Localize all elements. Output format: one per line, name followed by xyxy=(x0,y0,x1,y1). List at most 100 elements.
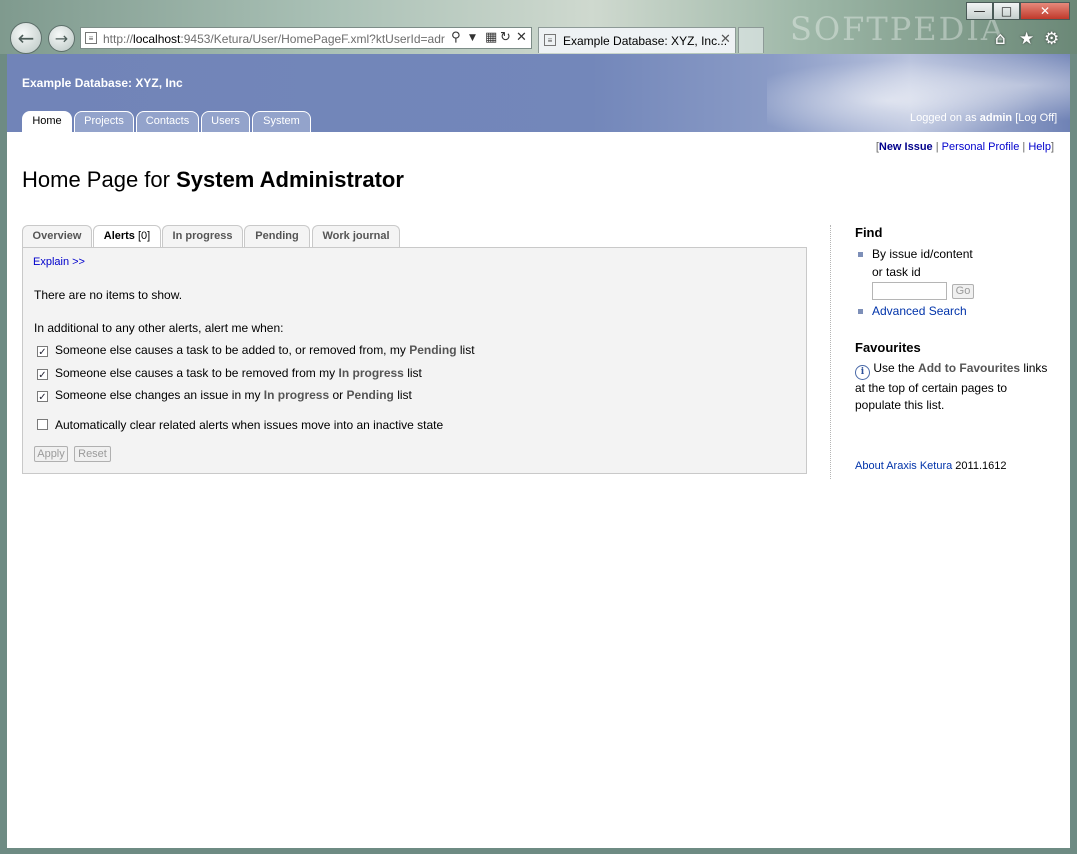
advanced-search-item: Advanced Search xyxy=(872,304,967,318)
maximize-button[interactable]: □ xyxy=(993,2,1020,20)
window-frame-right xyxy=(1070,54,1077,854)
tab-contacts[interactable]: Contacts xyxy=(136,111,199,132)
find-heading: Find xyxy=(855,225,883,240)
checkbox-auto-clear[interactable] xyxy=(37,419,48,430)
address-url[interactable]: http://localhost:9453/Ketura/User/HomePa… xyxy=(103,32,445,46)
app-banner: Example Database: XYZ, Inc Home Projects… xyxy=(7,54,1070,132)
tab-alerts-count: [0] xyxy=(138,230,151,242)
tab-projects[interactable]: Projects xyxy=(74,111,134,132)
favourites-heading: Favourites xyxy=(855,340,921,355)
url-host: localhost xyxy=(133,32,181,46)
opt3-pending: Pending xyxy=(346,388,394,402)
favorites-star-icon[interactable]: ★ xyxy=(1019,29,1034,49)
url-rest: :9453/Ketura/User/HomePageF.xml?ktUserId… xyxy=(180,32,445,46)
opt3-text: Someone else changes an issue in my xyxy=(55,388,261,402)
address-bar[interactable]: ≡ http://localhost:9453/Ketura/User/Home… xyxy=(80,27,532,49)
refresh-icon[interactable]: ↻ xyxy=(500,30,511,45)
back-arrow-icon: ← xyxy=(17,26,35,50)
dropdown-icon[interactable]: ▼ xyxy=(469,33,476,43)
page-title-prefix: Home Page for xyxy=(22,167,170,192)
search-icon[interactable]: ⚲ xyxy=(451,30,461,45)
alerts-intro: In additional to any other alerts, alert… xyxy=(34,321,284,335)
logged-on-label: Logged on as xyxy=(910,112,977,124)
page-title: Home Page for System Administrator xyxy=(22,167,404,193)
browser-chrome: SOFTPEDIA ← → ≡ http://localhost:9453/Ke… xyxy=(0,0,1077,54)
tab-users[interactable]: Users xyxy=(201,111,250,132)
settings-gear-icon[interactable]: ⚙ xyxy=(1044,29,1059,49)
about-link[interactable]: About Araxis Ketura xyxy=(855,460,952,472)
opt3-or: or xyxy=(332,388,344,402)
find-input[interactable] xyxy=(872,282,947,300)
bullet-icon xyxy=(858,252,863,257)
fav-text-a: Use the xyxy=(873,361,915,375)
tab-page-icon: ≡ xyxy=(544,34,556,46)
find-by-label-2: or task id xyxy=(872,265,921,279)
window-frame-left xyxy=(0,54,7,854)
sidebar-divider xyxy=(830,225,831,479)
tab-pending[interactable]: Pending xyxy=(244,225,310,248)
url-prefix: http:// xyxy=(103,32,134,46)
opt2-text: Someone else causes a task to be removed… xyxy=(55,366,336,380)
help-link[interactable]: Help xyxy=(1028,141,1051,153)
page-title-role: System Administrator xyxy=(176,167,404,192)
home-icon[interactable]: ⌂ xyxy=(995,29,1006,49)
forward-button[interactable]: → xyxy=(48,25,75,52)
go-button[interactable]: Go xyxy=(952,284,974,299)
new-tab-button[interactable] xyxy=(738,27,764,53)
close-tab-icon[interactable]: ✕ xyxy=(720,32,731,47)
opt2-in-progress: In progress xyxy=(338,366,404,380)
tab-work-journal[interactable]: Work journal xyxy=(312,225,400,248)
bullet-icon xyxy=(858,309,863,314)
find-by-label-1: By issue id/content xyxy=(872,247,973,261)
alert-option-issue-changed: ✓ Someone else changes an issue in my In … xyxy=(37,388,412,403)
window-frame-bottom xyxy=(0,848,1077,854)
info-icon: i xyxy=(855,365,870,380)
browser-tab-title: Example Database: XYZ, Inc... xyxy=(563,34,728,48)
checkbox-issue-changed[interactable]: ✓ xyxy=(37,391,48,403)
fav-text-b: Add to Favourites xyxy=(918,361,1021,375)
logged-on-status: Logged on as admin [Log Off] xyxy=(910,112,1058,124)
top-links: [New Issue | Personal Profile | Help] xyxy=(875,141,1054,153)
personal-profile-link[interactable]: Personal Profile xyxy=(942,141,1020,153)
tab-in-progress[interactable]: In progress xyxy=(162,225,243,248)
explain-link[interactable]: Explain >> xyxy=(33,256,85,268)
checkbox-inprogress-removed[interactable]: ✓ xyxy=(37,369,48,381)
opt3-list: list xyxy=(397,388,412,402)
tab-home[interactable]: Home xyxy=(22,111,72,132)
logged-on-user: admin xyxy=(979,112,1013,124)
reset-button[interactable]: Reset xyxy=(74,446,111,462)
close-window-button[interactable]: ✕ xyxy=(1020,2,1070,20)
opt2-list: list xyxy=(407,366,422,380)
version-number: 2011.1612 xyxy=(955,460,1007,472)
opt4-text: Automatically clear related alerts when … xyxy=(55,418,444,432)
page-icon: ≡ xyxy=(85,32,97,44)
forward-arrow-icon: → xyxy=(54,29,69,48)
advanced-search-link[interactable]: Advanced Search xyxy=(872,304,967,318)
apply-button[interactable]: Apply xyxy=(34,446,68,462)
favourites-help: i Use the Add to Favourites links at the… xyxy=(855,360,1055,414)
tab-alerts[interactable]: Alerts [0] xyxy=(93,225,161,249)
tab-overview[interactable]: Overview xyxy=(22,225,92,248)
about-line: About Araxis Ketura 2011.1612 xyxy=(855,460,1006,472)
opt1-pending: Pending xyxy=(409,343,457,357)
browser-tab[interactable]: ≡ Example Database: XYZ, Inc... ✕ xyxy=(538,27,736,53)
minimize-button[interactable]: — xyxy=(966,2,993,20)
alerts-panel: Explain >> There are no items to show. I… xyxy=(22,247,807,474)
opt3-in-progress: In progress xyxy=(263,388,330,402)
opt1-text: Someone else causes a task to be added t… xyxy=(55,343,406,357)
back-button[interactable]: ← xyxy=(10,22,42,54)
opt1-list: list xyxy=(459,343,475,357)
no-items-message: There are no items to show. xyxy=(34,288,183,302)
database-name: Example Database: XYZ, Inc xyxy=(22,76,183,90)
new-issue-link[interactable]: New Issue xyxy=(879,141,933,153)
alert-option-inprogress-removed: ✓ Someone else causes a task to be remove… xyxy=(37,366,422,381)
tab-system[interactable]: System xyxy=(252,111,311,132)
logoff-link[interactable]: Log Off xyxy=(1018,112,1054,124)
alert-option-auto-clear: Automatically clear related alerts when … xyxy=(37,418,443,432)
compatibility-icon[interactable]: ▦ xyxy=(485,30,497,45)
tab-alerts-label: Alerts xyxy=(103,230,135,242)
web-page: Example Database: XYZ, Inc Home Projects… xyxy=(7,54,1070,848)
stop-icon[interactable]: ✕ xyxy=(516,30,527,45)
alert-option-pending-change: ✓ Someone else causes a task to be added … xyxy=(37,343,475,358)
checkbox-pending-change[interactable]: ✓ xyxy=(37,346,48,358)
